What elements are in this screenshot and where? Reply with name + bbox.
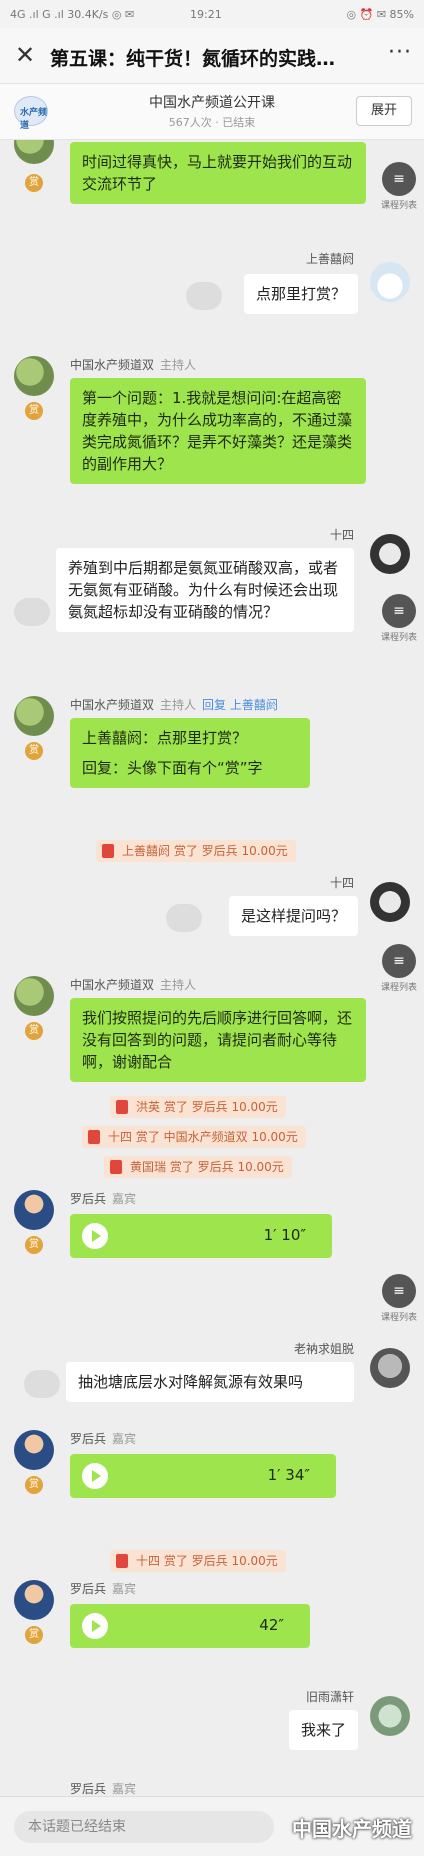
sender-name: 十四: [329, 876, 354, 890]
message-bubble: 第一个问题：1.我就是想问问:在超高密度养殖中，为什么成功率高的，不通过藻类完成…: [70, 378, 366, 484]
course-list-button[interactable]: ≡ 课程列表: [380, 594, 418, 646]
reward-badge[interactable]: 赏: [25, 1626, 43, 1644]
host-avatar[interactable]: [14, 140, 54, 164]
voice-message[interactable]: 42″: [70, 1604, 310, 1648]
list-icon: ≡: [382, 1274, 416, 1308]
message-chip: [24, 1370, 60, 1398]
reward-badge[interactable]: 赏: [25, 742, 43, 760]
user-avatar[interactable]: [370, 1348, 410, 1388]
chat-message-host: 赏 中国水产频道双 主持人 回复 上善囍阏 上善囍阏：点那里打赏？ 回复：头像下面有…: [0, 696, 424, 806]
course-list-label: 课程列表: [380, 201, 417, 211]
reward-badge[interactable]: 赏: [25, 1022, 43, 1040]
reward-badge[interactable]: 赏: [25, 402, 43, 420]
message-bubble: 点那里打赏？: [243, 274, 358, 314]
play-icon[interactable]: [82, 1613, 108, 1639]
sender-name: 中国水产频道双 主持人: [70, 358, 197, 372]
reward-notice: 十四 赏了 罗后兵 10.00元: [110, 1550, 286, 1572]
chat-message-guest: 罗后兵 嘉宾: [0, 1780, 424, 1796]
message-chip: [14, 598, 50, 626]
list-icon: ≡: [382, 162, 416, 196]
reward-notice: 十四 赏了 中国水产频道双 10.00元: [82, 1126, 306, 1148]
status-bar: 4G .ıl G .ıl 30.4K/s ◎ ✉ 19:21 ◎ ⏰ ✉ 85%: [0, 0, 424, 28]
battery-status: ◎ ⏰ ✉ 85%: [346, 8, 414, 21]
user-avatar[interactable]: [370, 882, 410, 922]
message-chip: [186, 282, 222, 310]
expand-button[interactable]: 展开: [356, 96, 412, 126]
message-bubble: 我们按照提问的先后顺序进行回答啊，还没有回答到的问题，请提问者耐心等待啊，谢谢配…: [70, 998, 366, 1082]
topic-ended-field: 本话题已经结束: [14, 1811, 274, 1843]
watermark: 中国水产频道: [292, 1817, 412, 1841]
voice-duration: 1′ 10″: [263, 1226, 306, 1244]
sender-name: 上善囍阏: [305, 252, 354, 266]
user-avatar[interactable]: [370, 1696, 410, 1736]
message-chip: [166, 904, 202, 932]
message-bubble: 是这样提问吗？: [228, 896, 358, 936]
reward-badge[interactable]: 赏: [25, 174, 43, 192]
course-list-button[interactable]: ≡ 课程列表: [380, 944, 418, 996]
channel-bar: 水产频道 中国水产频道公开课 567人次 · 已结束 展开: [0, 84, 424, 140]
sender-name: 旧雨潇轩: [305, 1690, 354, 1704]
chat-list[interactable]: 赏 时间过得真快，马上就要开始我们的互动交流环节了 上善囍阏 点那里打赏？ 赏 …: [0, 140, 424, 1796]
reply-text: 回复：头像下面有个“赏”字: [82, 759, 263, 777]
reward-badge[interactable]: 赏: [25, 1476, 43, 1494]
message-bubble: 上善囍阏：点那里打赏？ 回复：头像下面有个“赏”字: [70, 718, 310, 788]
play-icon[interactable]: [82, 1223, 108, 1249]
voice-message[interactable]: 1′ 10″: [70, 1214, 332, 1258]
guest-avatar[interactable]: [14, 1430, 54, 1470]
voice-message[interactable]: 1′ 34″: [70, 1454, 336, 1498]
quoted-text: 上善囍阏：点那里打赏？: [82, 729, 248, 747]
host-avatar[interactable]: [14, 696, 54, 736]
course-list-button[interactable]: ≡ 课程列表: [380, 1274, 418, 1326]
sender-name: 中国水产频道双 主持人 回复 上善囍阏: [70, 698, 278, 712]
more-options-icon[interactable]: ···: [388, 40, 412, 65]
list-icon: ≡: [382, 594, 416, 628]
message-bubble: 养殖到中后期都是氨氮亚硝酸双高，或者无氨氮有亚硝酸。为什么有时候还会出现氨氮超标…: [56, 548, 354, 632]
chat-message-guest: 赏 罗后兵 嘉宾 1′ 34″: [0, 1430, 424, 1530]
message-bubble: 我来了: [288, 1710, 358, 1750]
bottom-bar: 本话题已经结束 中国水产频道: [0, 1796, 424, 1856]
voice-duration: 1′ 34″: [267, 1466, 310, 1484]
reward-badge[interactable]: 赏: [25, 1236, 43, 1254]
host-avatar[interactable]: [14, 356, 54, 396]
sender-name: 罗后兵 嘉宾: [70, 1582, 137, 1596]
chat-message-user: 十四 是这样提问吗？: [0, 874, 424, 944]
voice-duration: 42″: [259, 1616, 284, 1634]
play-icon[interactable]: [82, 1463, 108, 1489]
course-list-label: 课程列表: [380, 633, 417, 643]
message-bubble: 抽池塘底层水对降解氮源有效果吗: [66, 1362, 354, 1402]
sender-name: 罗后兵 嘉宾: [70, 1432, 137, 1446]
chat-message-host: 赏 时间过得真快，马上就要开始我们的互动交流环节了: [0, 140, 424, 230]
user-avatar[interactable]: [370, 262, 410, 302]
reward-notice: 洪英 赏了 罗后兵 10.00元: [110, 1096, 286, 1118]
chat-message-user: 老衲求姐脱 抽池塘底层水对降解氮源有效果吗: [0, 1340, 424, 1430]
message-bubble: 时间过得真快，马上就要开始我们的互动交流环节了: [70, 142, 366, 204]
signal-status: 4G .ıl G .ıl 30.4K/s ◎ ✉: [10, 8, 135, 21]
title-bar: ✕ 第五课：纯干货！氮循环的实践… ···: [0, 28, 424, 84]
reward-notice: 黄国瑞 赏了 罗后兵 10.00元: [104, 1156, 292, 1178]
chat-message-user: 十四 养殖到中后期都是氨氮亚硝酸双高，或者无氨氮有亚硝酸。为什么有时候还会出现氨…: [0, 526, 424, 686]
list-icon: ≡: [382, 944, 416, 978]
clock: 19:21: [190, 8, 222, 21]
sender-name: 十四: [329, 528, 354, 542]
guest-avatar[interactable]: [14, 1580, 54, 1620]
sender-name: 罗后兵 嘉宾: [70, 1192, 137, 1206]
guest-avatar[interactable]: [14, 1190, 54, 1230]
close-icon[interactable]: ✕: [12, 42, 38, 68]
chat-message-user: 上善囍阏 点那里打赏？: [0, 250, 424, 330]
chat-message-guest: 赏 罗后兵 嘉宾 42″: [0, 1580, 424, 1680]
sender-name: 罗后兵 嘉宾: [70, 1782, 137, 1796]
course-list-label: 课程列表: [380, 1313, 417, 1323]
chat-message-guest: 赏 罗后兵 嘉宾 1′ 10″: [0, 1190, 424, 1280]
course-list-label: 课程列表: [380, 983, 417, 993]
sender-name: 中国水产频道双 主持人: [70, 978, 197, 992]
reward-notice: 上善囍阏 赏了 罗后兵 10.00元: [96, 840, 296, 862]
host-avatar[interactable]: [14, 976, 54, 1016]
sender-name: 老衲求姐脱: [293, 1342, 354, 1356]
user-avatar[interactable]: [370, 534, 410, 574]
course-list-button[interactable]: ≡ 课程列表: [380, 162, 418, 214]
page-title: 第五课：纯干货！氮循环的实践…: [50, 48, 336, 70]
chat-message-host: 赏 中国水产频道双 主持人 第一个问题：1.我就是想问问:在超高密度养殖中，为什么…: [0, 356, 424, 506]
chat-message-host: 赏 中国水产频道双 主持人 我们按照提问的先后顺序进行回答啊，还没有回答到的问题，…: [0, 976, 424, 1096]
chat-message-user: 旧雨潇轩 我来了: [0, 1688, 424, 1768]
